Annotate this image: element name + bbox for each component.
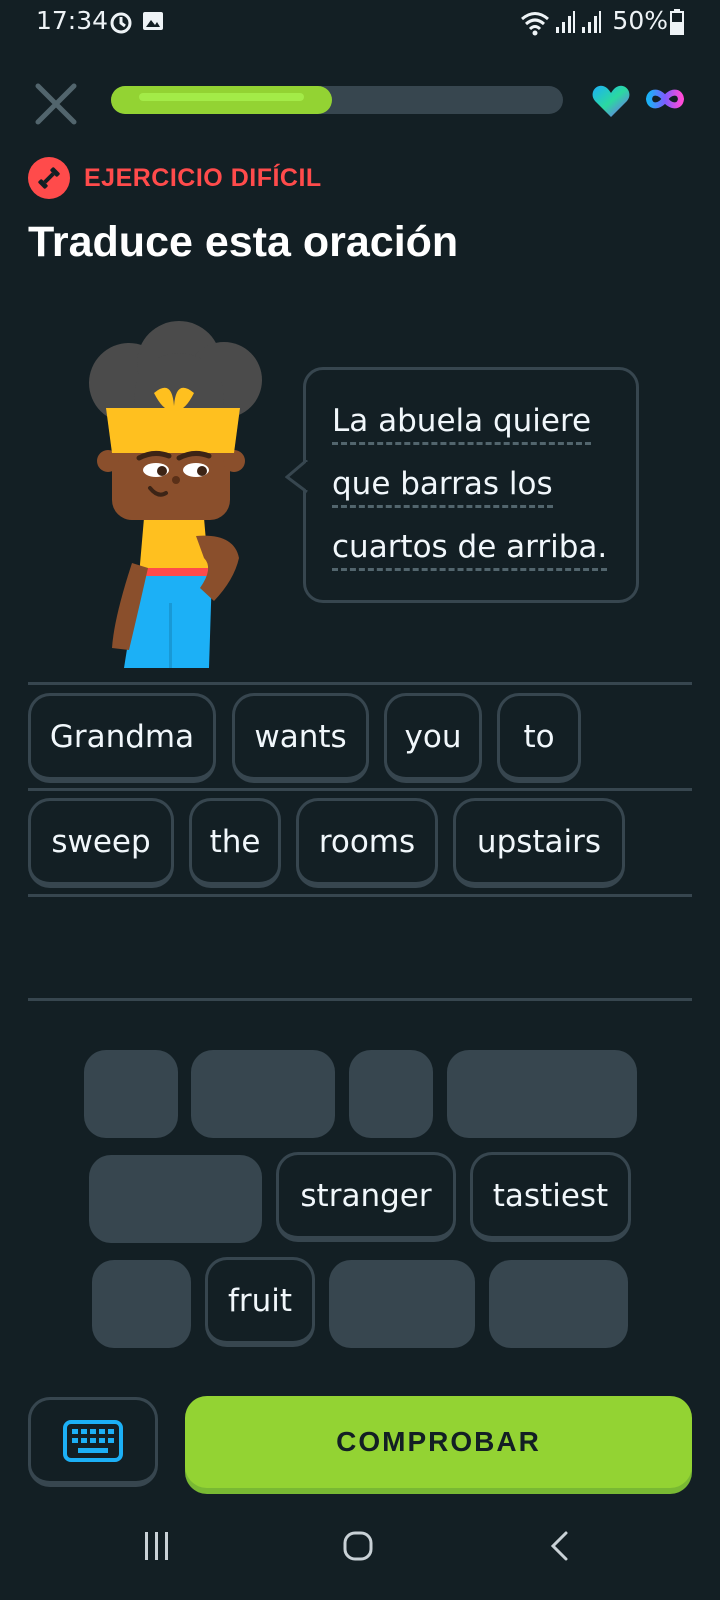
- system-nav-bar: [0, 1520, 720, 1600]
- answer-line: [28, 998, 692, 1001]
- used-word-slot: [191, 1050, 335, 1138]
- badge-label: EJERCICIO DIFÍCIL: [84, 163, 322, 192]
- word-bank-chip[interactable]: stranger: [276, 1152, 456, 1242]
- recent-apps-icon[interactable]: [142, 1530, 172, 1562]
- check-button[interactable]: COMPROBAR: [185, 1396, 692, 1488]
- used-word-slot: [489, 1260, 628, 1348]
- gallery-icon: [143, 12, 163, 30]
- prompt-line[interactable]: cuartos de arriba.: [332, 516, 636, 579]
- character-illustration: [89, 321, 262, 668]
- hard-exercise-badge: EJERCICIO DIFÍCIL: [28, 157, 322, 199]
- answer-word-chip[interactable]: you: [384, 693, 482, 783]
- heart-icon: [592, 85, 630, 117]
- answer-word-chip[interactable]: wants: [232, 693, 369, 783]
- hearts-button[interactable]: [592, 84, 630, 122]
- status-time: 17:34: [36, 6, 109, 35]
- answer-word-chip[interactable]: upstairs: [453, 798, 625, 888]
- speech-bubble-tail: [285, 460, 309, 494]
- used-word-slot: [92, 1260, 191, 1348]
- progress-shine: [139, 93, 304, 101]
- back-icon[interactable]: [548, 1530, 572, 1562]
- answer-word-chip[interactable]: Grandma: [28, 693, 216, 783]
- speech-bubble: La abuela quiere que barras los cuartos …: [285, 367, 639, 603]
- dumbbell-icon: [38, 167, 60, 189]
- used-word-slot: [84, 1050, 178, 1138]
- word-bank-chip[interactable]: fruit: [205, 1257, 315, 1347]
- signal-icon: [582, 11, 601, 33]
- answer-line: [28, 894, 692, 897]
- answer-word-chip[interactable]: to: [497, 693, 581, 783]
- used-word-slot: [447, 1050, 637, 1138]
- prompt-line[interactable]: La abuela quiere: [332, 390, 636, 453]
- infinite-hearts: [645, 86, 685, 116]
- wifi-icon: [521, 12, 549, 36]
- prompt-line[interactable]: que barras los: [332, 453, 636, 516]
- answer-line: [28, 682, 692, 685]
- badge-circle: [28, 157, 70, 199]
- close-button[interactable]: [32, 80, 80, 128]
- keyboard-button[interactable]: [28, 1397, 158, 1487]
- keyboard-icon: [63, 1419, 123, 1462]
- word-bank-chip[interactable]: tastiest: [470, 1152, 631, 1242]
- battery-icon: [670, 9, 684, 35]
- answer-word-chip[interactable]: the: [189, 798, 281, 888]
- battery-percent: 50%: [612, 6, 668, 35]
- close-icon: [35, 83, 77, 125]
- used-word-slot: [349, 1050, 433, 1138]
- status-bar: 17:34 50%: [0, 0, 720, 48]
- lesson-progress-bar: [111, 86, 563, 114]
- sync-icon: [110, 12, 132, 34]
- page-title: Traduce esta oración: [28, 218, 459, 266]
- answer-line: [28, 788, 692, 791]
- home-icon[interactable]: [342, 1530, 374, 1562]
- answer-word-chip[interactable]: rooms: [296, 798, 438, 888]
- used-word-slot: [89, 1155, 262, 1243]
- used-word-slot: [329, 1260, 475, 1348]
- answer-word-chip[interactable]: sweep: [28, 798, 174, 888]
- signal-icon: [556, 11, 575, 33]
- infinity-icon: [645, 89, 685, 109]
